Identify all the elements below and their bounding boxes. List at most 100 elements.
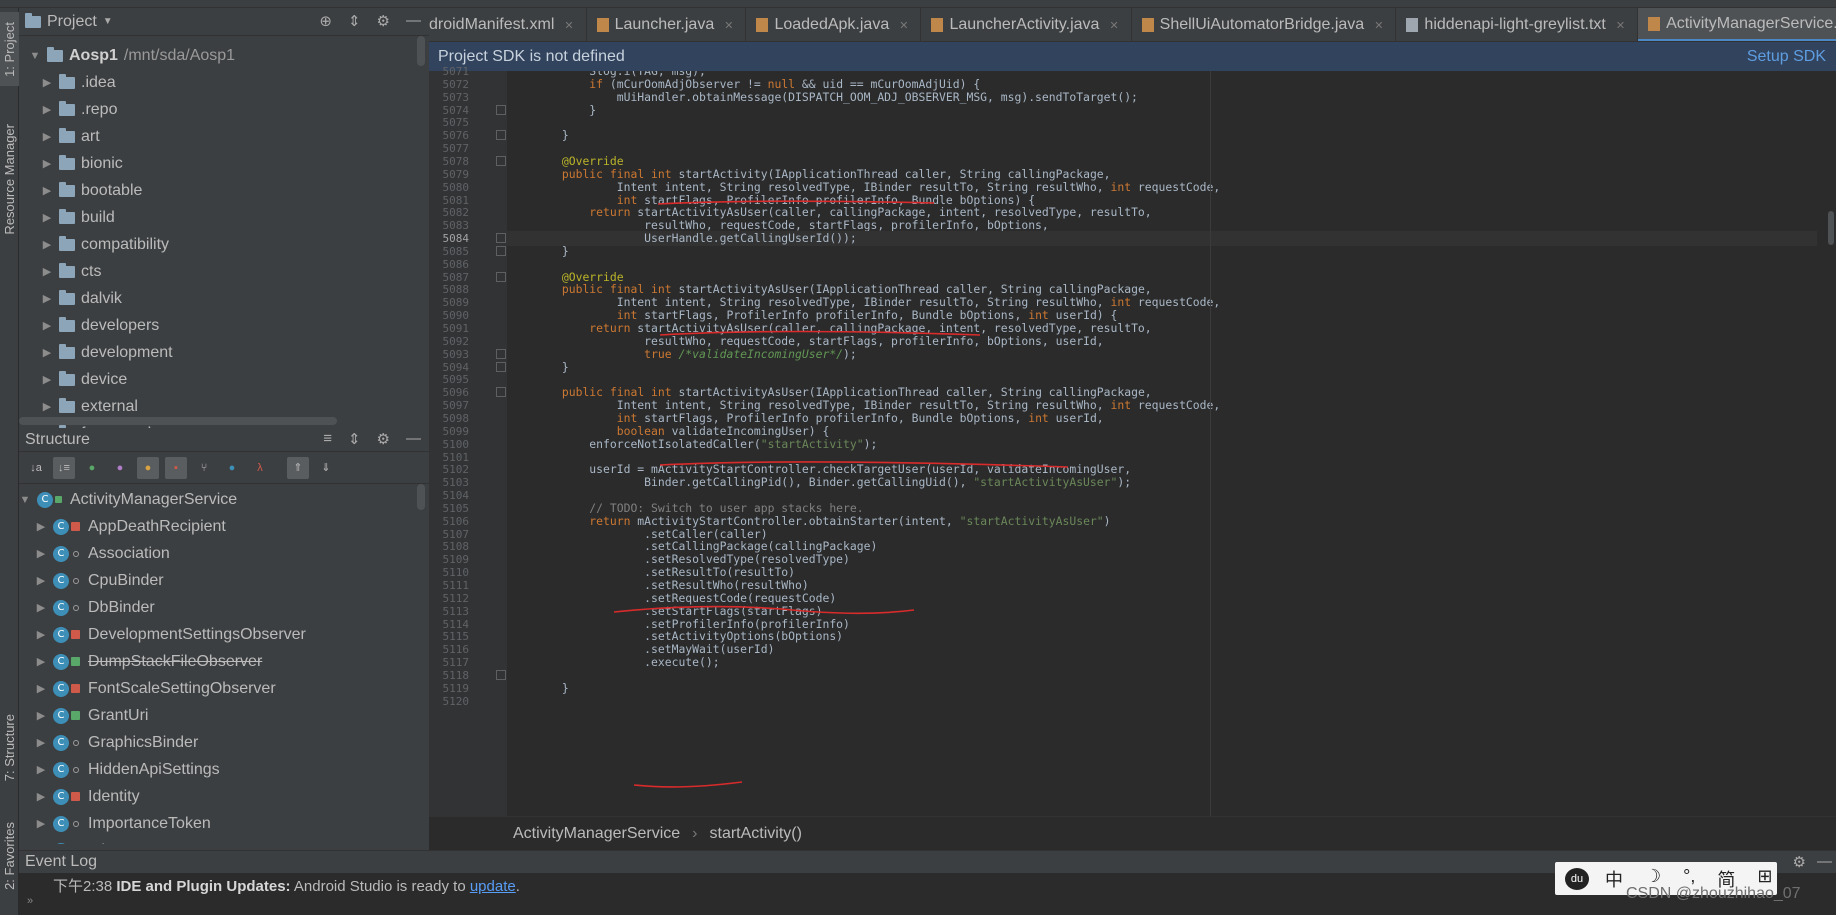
vertical-scrollbar[interactable] [417, 36, 425, 66]
show-anonymous-icon[interactable]: ⑂ [193, 457, 215, 479]
folder-item[interactable]: ▶ external [41, 393, 138, 420]
code-line[interactable]: } [507, 360, 569, 375]
folder-item[interactable]: ▶ compatibility [41, 231, 169, 258]
chevron-right-icon[interactable]: ▶ [41, 401, 53, 413]
expand-icon[interactable]: » [27, 895, 33, 907]
fold-marker-icon[interactable] [496, 361, 506, 372]
fold-marker-icon[interactable] [496, 245, 506, 256]
structure-item[interactable]: ▶ C GrantUri [35, 702, 148, 729]
show-lambdas-icon[interactable]: ● [221, 457, 243, 479]
structure-item[interactable]: ▶ C HiddenApiSettings [35, 756, 220, 783]
show-fields-icon[interactable]: ● [137, 456, 159, 479]
folder-item[interactable]: ▶ cts [41, 258, 101, 285]
minimize-icon[interactable]: — [1817, 853, 1832, 870]
structure-root[interactable]: ▼ C ActivityManagerService [19, 486, 237, 513]
structure-item[interactable]: ▶ C Association [35, 540, 170, 567]
structure-item[interactable]: ▶ C FontScaleSettingObserver [35, 675, 276, 702]
favorites-tool-tab[interactable]: 2: Favorites [0, 808, 19, 904]
close-icon[interactable]: ✕ [1616, 19, 1625, 32]
chevron-right-icon[interactable]: ▶ [41, 104, 53, 116]
structure-item[interactable]: ▶ C DbBinder [35, 594, 155, 621]
code-line[interactable]: Binder.getCallingPid(), Binder.getCallin… [507, 475, 1131, 490]
collapse-icon[interactable]: ⇕ [348, 12, 361, 30]
code-line[interactable]: } [507, 103, 596, 118]
autoscroll-to-source-icon[interactable]: ⇑ [287, 456, 309, 479]
show-lambda-icon[interactable]: λ [249, 457, 271, 479]
structure-item[interactable]: ▶ C ImportanceToken [35, 810, 211, 837]
folder-item[interactable]: ▶ bionic [41, 150, 123, 177]
expand-all-icon[interactable]: ≡ [323, 430, 332, 448]
structure-item[interactable]: ▶ C CpuBinder [35, 567, 164, 594]
folder-item[interactable]: ▶ developers [41, 312, 159, 339]
project-tool-tab[interactable]: 1: Project [0, 12, 19, 86]
update-link[interactable]: update [470, 878, 516, 895]
ime-button[interactable]: 中 [1605, 866, 1623, 892]
fold-marker-icon[interactable] [496, 233, 506, 244]
chevron-right-icon[interactable]: ▶ [41, 320, 53, 332]
close-icon[interactable]: ✕ [724, 19, 733, 32]
show-inherited-icon[interactable]: ● [81, 457, 103, 479]
code-line[interactable]: } [507, 681, 569, 696]
structure-item[interactable]: ▶ C GraphicsBinder [35, 729, 198, 756]
minimize-icon[interactable]: — [406, 430, 421, 448]
chevron-right-icon[interactable]: ▶ [41, 239, 53, 251]
editor-tab[interactable]: LoadedApk.java ✕ [746, 8, 922, 41]
chevron-right-icon[interactable]: ▶ [41, 293, 53, 305]
close-icon[interactable]: ✕ [899, 19, 908, 32]
structure-tool-tab[interactable]: 7: Structure [0, 698, 19, 798]
code-line[interactable]: } [507, 244, 569, 259]
vertical-scrollbar[interactable] [417, 484, 425, 510]
tree-root[interactable]: ▼ Aosp1 /mnt/sda/Aosp1 [29, 42, 235, 69]
chevron-right-icon[interactable]: ▶ [35, 521, 47, 533]
gear-icon[interactable]: ⚙ [377, 12, 390, 30]
chevron-right-icon[interactable]: ▶ [35, 602, 47, 614]
chevron-right-icon[interactable]: ▶ [35, 575, 47, 587]
folder-item[interactable]: ▶ development [41, 339, 173, 366]
folder-item[interactable]: ▶ build [41, 204, 115, 231]
close-icon[interactable]: ✕ [1374, 19, 1383, 32]
chevron-down-icon[interactable]: ▼ [19, 494, 31, 506]
code-line[interactable]: enforceNotIsolatedCaller("startActivity"… [507, 437, 877, 452]
setup-sdk-link[interactable]: Setup SDK [1747, 48, 1826, 66]
show-properties-icon[interactable]: ● [109, 457, 131, 479]
fold-marker-icon[interactable] [496, 387, 506, 398]
breadcrumb-class[interactable]: ActivityManagerService [513, 825, 680, 843]
structure-item[interactable]: ▶ C DumpStackFileObserver [35, 648, 262, 675]
chevron-right-icon[interactable]: ▶ [41, 185, 53, 197]
chevron-right-icon[interactable]: ▶ [35, 656, 47, 668]
editor-tab[interactable]: hiddenapi-light-greylist.txt ✕ [1396, 8, 1639, 41]
code-view[interactable]: Slog.i(TAG, msg); if (mCurOomAdjObserver… [507, 71, 1817, 816]
sort-visibility-icon[interactable]: ↓≡ [53, 456, 75, 479]
fold-marker-icon[interactable] [496, 104, 506, 115]
fold-marker-icon[interactable] [496, 130, 506, 141]
editor-tab[interactable]: Launcher.java ✕ [587, 8, 747, 41]
chevron-right-icon[interactable]: ▶ [41, 347, 53, 359]
folder-item[interactable]: ▶ .idea [41, 69, 116, 96]
editor-scroll-thumb[interactable] [1828, 211, 1834, 245]
ime-logo-icon[interactable]: du [1565, 867, 1589, 890]
gear-icon[interactable]: ⚙ [1793, 853, 1806, 871]
editor-scrollbar[interactable] [1826, 71, 1836, 816]
chevron-right-icon[interactable]: ▶ [41, 158, 53, 170]
code-line[interactable]: .execute(); [507, 655, 719, 670]
resource-manager-tool-tab[interactable]: Resource Manager [0, 104, 19, 254]
fold-marker-icon[interactable] [496, 271, 506, 282]
chevron-right-icon[interactable]: ▶ [35, 683, 47, 695]
close-icon[interactable]: ✕ [1109, 19, 1118, 32]
editor-tab[interactable]: droidManifest.xml ✕ [429, 8, 587, 41]
chevron-right-icon[interactable]: ▶ [35, 710, 47, 722]
chevron-down-icon[interactable]: ▼ [29, 50, 41, 62]
code-line[interactable]: } [507, 128, 569, 143]
chevron-right-icon[interactable]: ▶ [41, 212, 53, 224]
collapse-all-icon[interactable]: ⇕ [348, 430, 361, 448]
sort-alpha-icon[interactable]: ↓a [25, 457, 47, 479]
chevron-right-icon[interactable]: ▶ [41, 131, 53, 143]
chevron-right-icon[interactable]: ▶ [41, 77, 53, 89]
gear-icon[interactable]: ⚙ [377, 430, 390, 448]
folder-item[interactable]: ▶ .repo [41, 96, 117, 123]
horizontal-scrollbar[interactable] [19, 417, 337, 425]
close-icon[interactable]: ✕ [564, 19, 573, 32]
folder-item[interactable]: ▶ art [41, 123, 100, 150]
editor-tab[interactable]: ShellUiAutomatorBridge.java ✕ [1132, 8, 1397, 41]
locate-icon[interactable]: ⊕ [319, 12, 332, 30]
